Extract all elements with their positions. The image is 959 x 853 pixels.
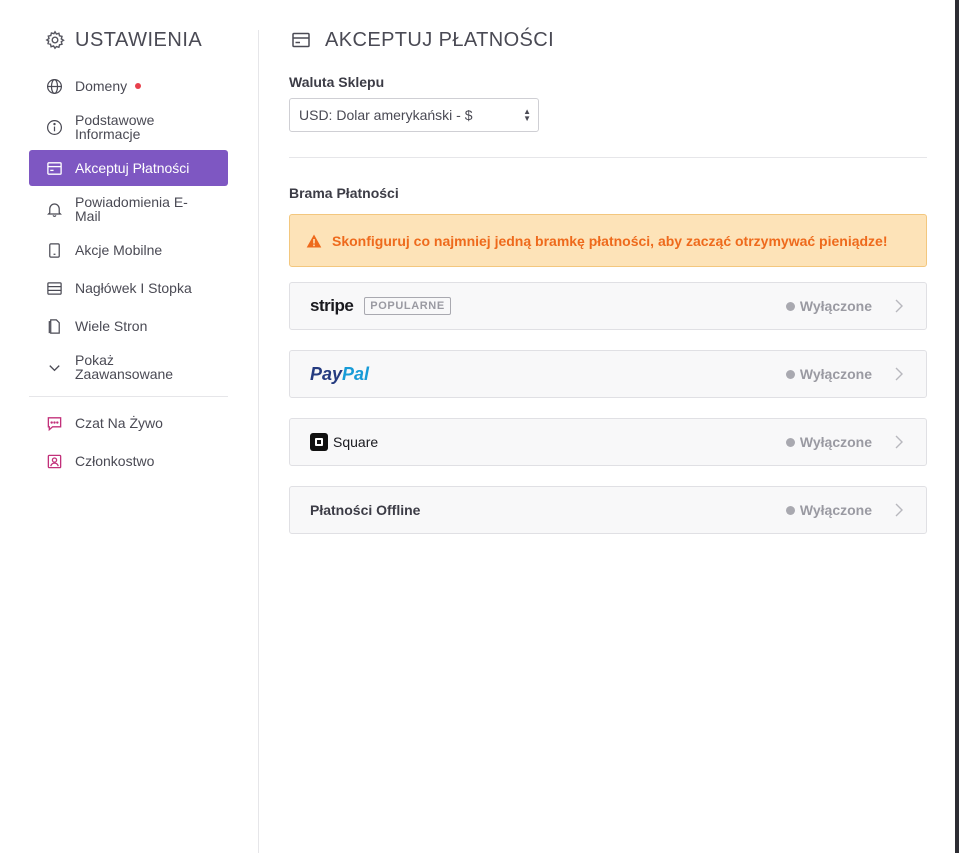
- main-content: AKCEPTUJ PŁATNOŚCI Waluta Sklepu USD: Do…: [289, 26, 927, 534]
- sidebar-item-podstawowe-informacje[interactable]: Podstawowe Informacje: [29, 106, 228, 148]
- offline-payments-label: Płatności Offline: [310, 502, 421, 518]
- status-badge: Wyłączone: [785, 419, 872, 465]
- page-header: AKCEPTUJ PŁATNOŚCI: [289, 26, 927, 54]
- sidebar-item-naglowek-i-stopka[interactable]: Nagłówek I Stopka: [29, 270, 228, 306]
- currency-label: Waluta Sklepu: [289, 74, 385, 90]
- chevron-right-icon: [895, 367, 903, 381]
- square-logo-text: Square: [333, 434, 379, 450]
- gateway-row-offline[interactable]: Płatności Offline Wyłączone: [289, 486, 927, 534]
- warning-message: Skonfiguruj co najmniej jedną bramkę pła…: [332, 232, 888, 249]
- sidebar-item-wiele-stron[interactable]: Wiele Stron: [29, 308, 228, 344]
- sidebar-item-label: Akceptuj Płatności: [75, 160, 190, 176]
- square-icon: [310, 433, 328, 451]
- window-edge: [955, 0, 959, 853]
- warning-alert: Skonfiguruj co najmniej jedną bramkę pła…: [289, 214, 927, 267]
- status-dot: [785, 437, 795, 447]
- status-text: Wyłączone: [799, 298, 872, 314]
- currency-select-value: USD: Dolar amerykański - $: [299, 107, 473, 123]
- globe-icon: [46, 78, 63, 94]
- sidebar-title: USTAWIENIA: [75, 28, 203, 51]
- chevron-right-icon: [895, 299, 903, 313]
- sidebar-item-label: Powiadomienia E-Mail: [75, 194, 188, 224]
- popular-badge: POPULARNE: [364, 297, 451, 315]
- gateway-row-square[interactable]: Square Wyłączone: [289, 418, 927, 466]
- sidebar-item-powiadomienia[interactable]: Powiadomienia E-Mail: [29, 188, 228, 230]
- section-divider: [289, 157, 927, 158]
- sidebar-item-label: Akcje Mobilne: [75, 242, 163, 258]
- sidebar-item-label: Domeny: [75, 78, 128, 94]
- sidebar-item-czat[interactable]: Czat Na Żywo: [29, 405, 228, 441]
- status-badge: Wyłączone: [785, 351, 872, 397]
- sidebar-divider: [29, 396, 228, 397]
- chevron-down-icon: [49, 364, 60, 371]
- sidebar-item-label: Członkostwo: [75, 453, 155, 469]
- paypal-logo: PayPal: [310, 363, 370, 384]
- sidebar-header: USTAWIENIA: [45, 26, 228, 54]
- status-badge: Wyłączone: [785, 487, 872, 533]
- bell-icon: [47, 202, 62, 217]
- sidebar-item-akcje-mobilne[interactable]: Akcje Mobilne: [29, 232, 228, 268]
- layout-icon: [47, 281, 62, 295]
- sidebar-item-label: Pokaż Zaawansowane: [75, 352, 174, 382]
- notification-dot: [135, 83, 142, 89]
- status-dot: [785, 505, 795, 515]
- sidebar-item-akceptuj-platnosci[interactable]: Akceptuj Płatności: [29, 150, 228, 186]
- select-arrows-icon: ▲ ▼: [523, 107, 531, 123]
- card-icon: [47, 161, 62, 175]
- sidebar-item-label: Wiele Stron: [75, 318, 148, 334]
- status-dot: [785, 369, 795, 379]
- status-text: Wyłączone: [799, 434, 872, 450]
- gateway-section-label: Brama Płatności: [289, 185, 399, 201]
- status-text: Wyłączone: [799, 366, 872, 382]
- chevron-right-icon: [895, 503, 903, 517]
- status-dot: [785, 301, 795, 311]
- info-icon: [46, 119, 63, 135]
- sidebar-item-domeny[interactable]: Domeny: [29, 68, 228, 104]
- member-icon: [47, 454, 62, 468]
- stripe-logo: stripe: [310, 296, 354, 315]
- settings-sidebar: USTAWIENIA Domeny Podstawowe Informacje …: [29, 26, 228, 481]
- sidebar-item-label: Podstawowe Informacje: [75, 112, 155, 142]
- sidebar-item-czlonkostwo[interactable]: Członkostwo: [29, 443, 228, 479]
- settings-nav: Domeny Podstawowe Informacje Akceptuj Pł…: [29, 68, 228, 479]
- status-badge: Wyłączone: [785, 283, 872, 329]
- gateway-row-stripe[interactable]: stripe POPULARNE Wyłączone: [289, 282, 927, 330]
- gear-icon: [45, 30, 65, 50]
- mobile-icon: [49, 242, 60, 258]
- card-icon: [292, 32, 310, 48]
- sidebar-item-label: Nagłówek I Stopka: [75, 280, 192, 296]
- gateway-row-paypal[interactable]: PayPal Wyłączone: [289, 350, 927, 398]
- square-logo: Square: [310, 433, 378, 451]
- sidebar-item-label: Czat Na Żywo: [75, 415, 163, 431]
- currency-select[interactable]: USD: Dolar amerykański - $ ▲ ▼: [289, 98, 539, 132]
- page-title: AKCEPTUJ PŁATNOŚCI: [325, 28, 555, 51]
- status-text: Wyłączone: [799, 502, 872, 518]
- pages-icon: [48, 318, 60, 334]
- chat-icon: [47, 416, 62, 431]
- warning-icon: [306, 234, 322, 247]
- sidebar-item-pokaz-zaawansowane[interactable]: Pokaż Zaawansowane: [29, 346, 228, 388]
- chevron-right-icon: [895, 435, 903, 449]
- vertical-divider: [258, 30, 259, 853]
